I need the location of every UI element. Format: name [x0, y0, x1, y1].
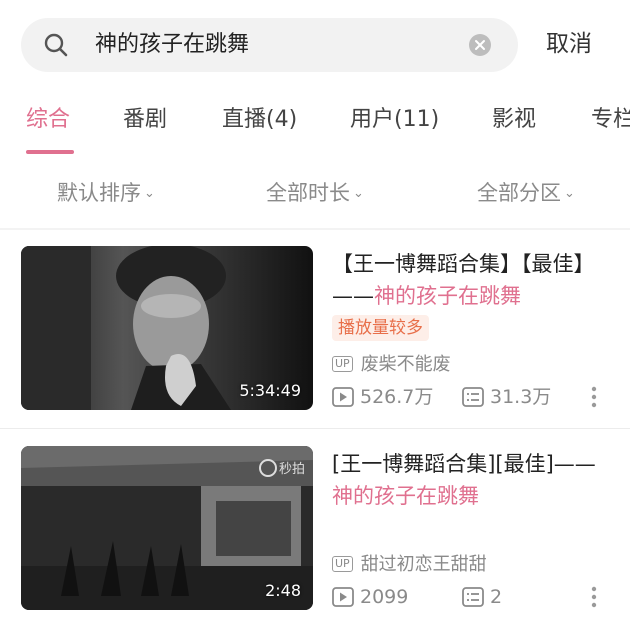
video-thumbnail[interactable]: 秒拍 2:48 — [21, 446, 313, 610]
danmaku-count-value: 31.3万 — [490, 386, 552, 408]
video-title-text: [王一博舞蹈合集][最佳]—— — [332, 452, 596, 476]
uploader-row[interactable]: UP 甜过初恋王甜甜 — [332, 552, 487, 578]
svg-text:秒拍: 秒拍 — [279, 462, 305, 477]
video-title[interactable]: 【王一博舞蹈合集】【最佳】——神的孩子在跳舞 — [332, 248, 614, 312]
tab-live[interactable]: 直播(4) — [222, 104, 297, 136]
video-card[interactable]: 5:34:49 【王一博舞蹈合集】【最佳】——神的孩子在跳舞 播放量较多 UP 废… — [0, 230, 630, 420]
filter-sort-label: 默认排序 — [57, 181, 141, 205]
danmaku-icon — [462, 387, 484, 407]
tab-movies[interactable]: 影视 — [492, 104, 536, 136]
play-count-icon — [332, 587, 354, 607]
search-input[interactable]: 神的孩子在跳舞 — [95, 30, 249, 60]
up-tag-icon: UP — [332, 556, 353, 572]
up-tag-icon: UP — [332, 356, 353, 372]
video-title-highlight: 神的孩子在跳舞 — [374, 284, 521, 308]
danmaku-count: 2 — [462, 584, 502, 610]
search-header: 神的孩子在跳舞 取消 — [0, 0, 630, 90]
play-count-value: 526.7万 — [360, 386, 434, 408]
search-icon — [44, 33, 68, 57]
danmaku-count: 31.3万 — [462, 384, 551, 410]
filter-duration[interactable]: 全部时长 ⌄ — [266, 178, 364, 209]
tab-bangumi[interactable]: 番剧 — [123, 104, 167, 136]
chevron-down-icon: ⌄ — [353, 186, 364, 201]
video-thumbnail[interactable]: 5:34:49 — [21, 246, 313, 410]
play-count-icon — [332, 387, 354, 407]
cancel-button[interactable]: 取消 — [546, 28, 592, 60]
tab-all[interactable]: 综合 — [26, 104, 70, 136]
chevron-down-icon: ⌄ — [564, 186, 575, 201]
category-tabs: 综合 番剧 直播(4) 用户(11) 影视 专栏 — [0, 98, 630, 158]
video-duration: 2:48 — [265, 581, 301, 600]
uploader-row[interactable]: UP 废柴不能废 — [332, 352, 451, 378]
danmaku-count-value: 2 — [490, 586, 503, 608]
filter-zone[interactable]: 全部分区 ⌄ — [477, 178, 575, 209]
play-count-value: 2099 — [360, 586, 409, 608]
card-divider — [0, 428, 630, 429]
play-count: 2099 — [332, 584, 408, 610]
search-box[interactable]: 神的孩子在跳舞 — [21, 18, 518, 72]
active-tab-indicator — [26, 150, 74, 154]
uploader-name: 废柴不能废 — [360, 354, 451, 375]
play-count: 526.7万 — [332, 384, 433, 410]
tab-users[interactable]: 用户(11) — [350, 104, 439, 136]
popular-badge: 播放量较多 — [332, 315, 429, 341]
more-options-icon[interactable] — [590, 386, 598, 408]
video-title-highlight: 神的孩子在跳舞 — [332, 484, 479, 508]
clear-icon[interactable] — [469, 34, 491, 56]
video-title[interactable]: [王一博舞蹈合集][最佳]—— 神的孩子在跳舞 — [332, 448, 614, 512]
filter-sort[interactable]: 默认排序 ⌄ — [57, 178, 155, 209]
video-duration: 5:34:49 — [239, 381, 301, 400]
danmaku-icon — [462, 587, 484, 607]
tab-articles[interactable]: 专栏 — [591, 104, 630, 136]
filter-bar: 默认排序 ⌄ 全部时长 ⌄ 全部分区 ⌄ — [0, 170, 630, 216]
filter-duration-label: 全部时长 — [266, 181, 350, 205]
uploader-name: 甜过初恋王甜甜 — [360, 554, 487, 575]
video-card[interactable]: 秒拍 2:48 [王一博舞蹈合集][最佳]—— 神的孩子在跳舞 UP 甜过初恋王甜甜… — [0, 430, 630, 620]
chevron-down-icon: ⌄ — [144, 186, 155, 201]
more-options-icon[interactable] — [590, 586, 598, 608]
filter-zone-label: 全部分区 — [477, 181, 561, 205]
